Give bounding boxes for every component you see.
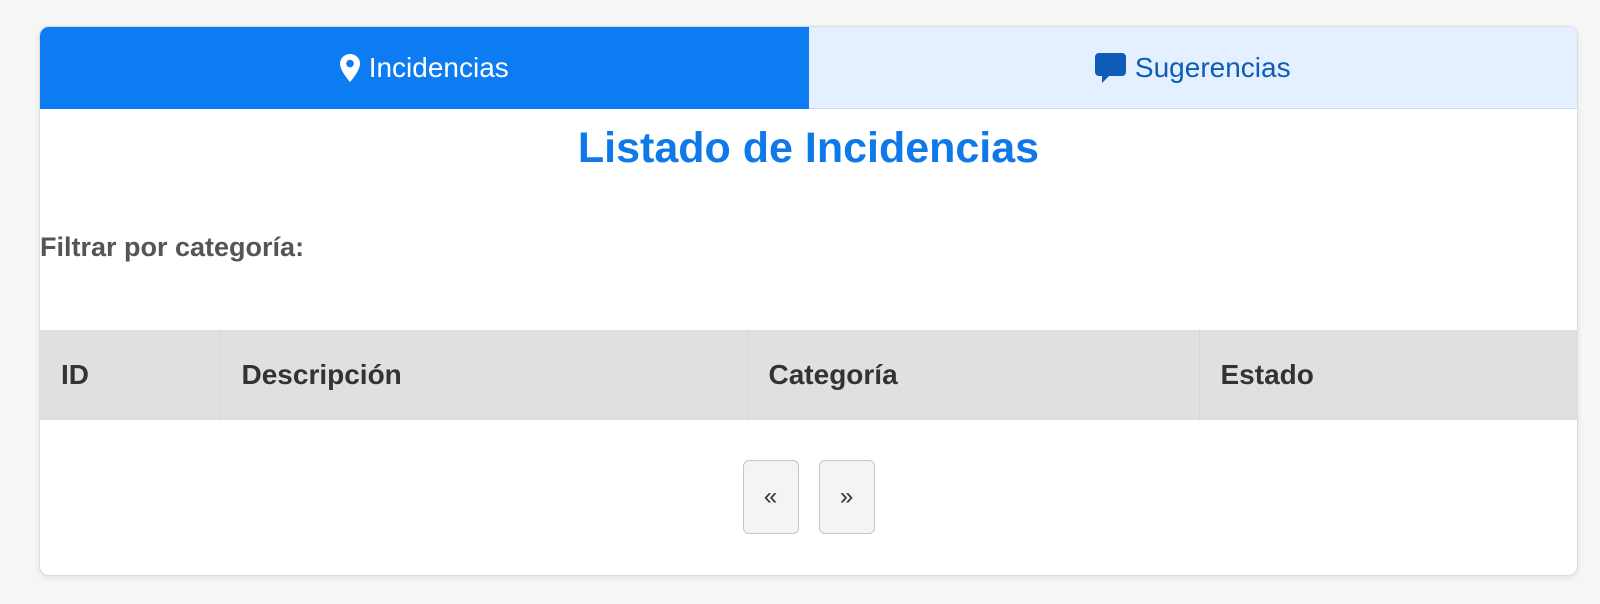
column-header-id: ID	[40, 330, 221, 420]
prev-page-button[interactable]: «	[742, 460, 799, 534]
tab-bar: Incidencias Sugerencias	[40, 27, 1577, 109]
map-pin-icon	[339, 54, 360, 82]
column-header-descripcion: Descripción	[220, 330, 748, 420]
page-title: Listado de Incidencias	[577, 124, 1040, 172]
tab-sugerencias[interactable]: Sugerencias	[808, 27, 1577, 109]
tab-incidencias[interactable]: Incidencias	[40, 27, 809, 109]
tab-incidencias-label: Incidencias	[368, 52, 509, 83]
next-page-button[interactable]: »	[818, 460, 875, 534]
incidents-panel: Incidencias Sugerencias Listado de Incid…	[39, 26, 1578, 576]
incidents-table: ID Descripción Categoría Estado	[40, 330, 1577, 420]
column-header-categoria: Categoría	[747, 330, 1200, 420]
tab-sugerencias-label: Sugerencias	[1134, 51, 1291, 83]
column-header-estado: Estado	[1199, 330, 1577, 420]
pagination: « »	[40, 460, 1577, 534]
filter-label: Filtrar por categoría:	[40, 232, 305, 262]
table-header-row: ID Descripción Categoría Estado	[40, 330, 1577, 420]
comment-icon	[1094, 52, 1126, 83]
